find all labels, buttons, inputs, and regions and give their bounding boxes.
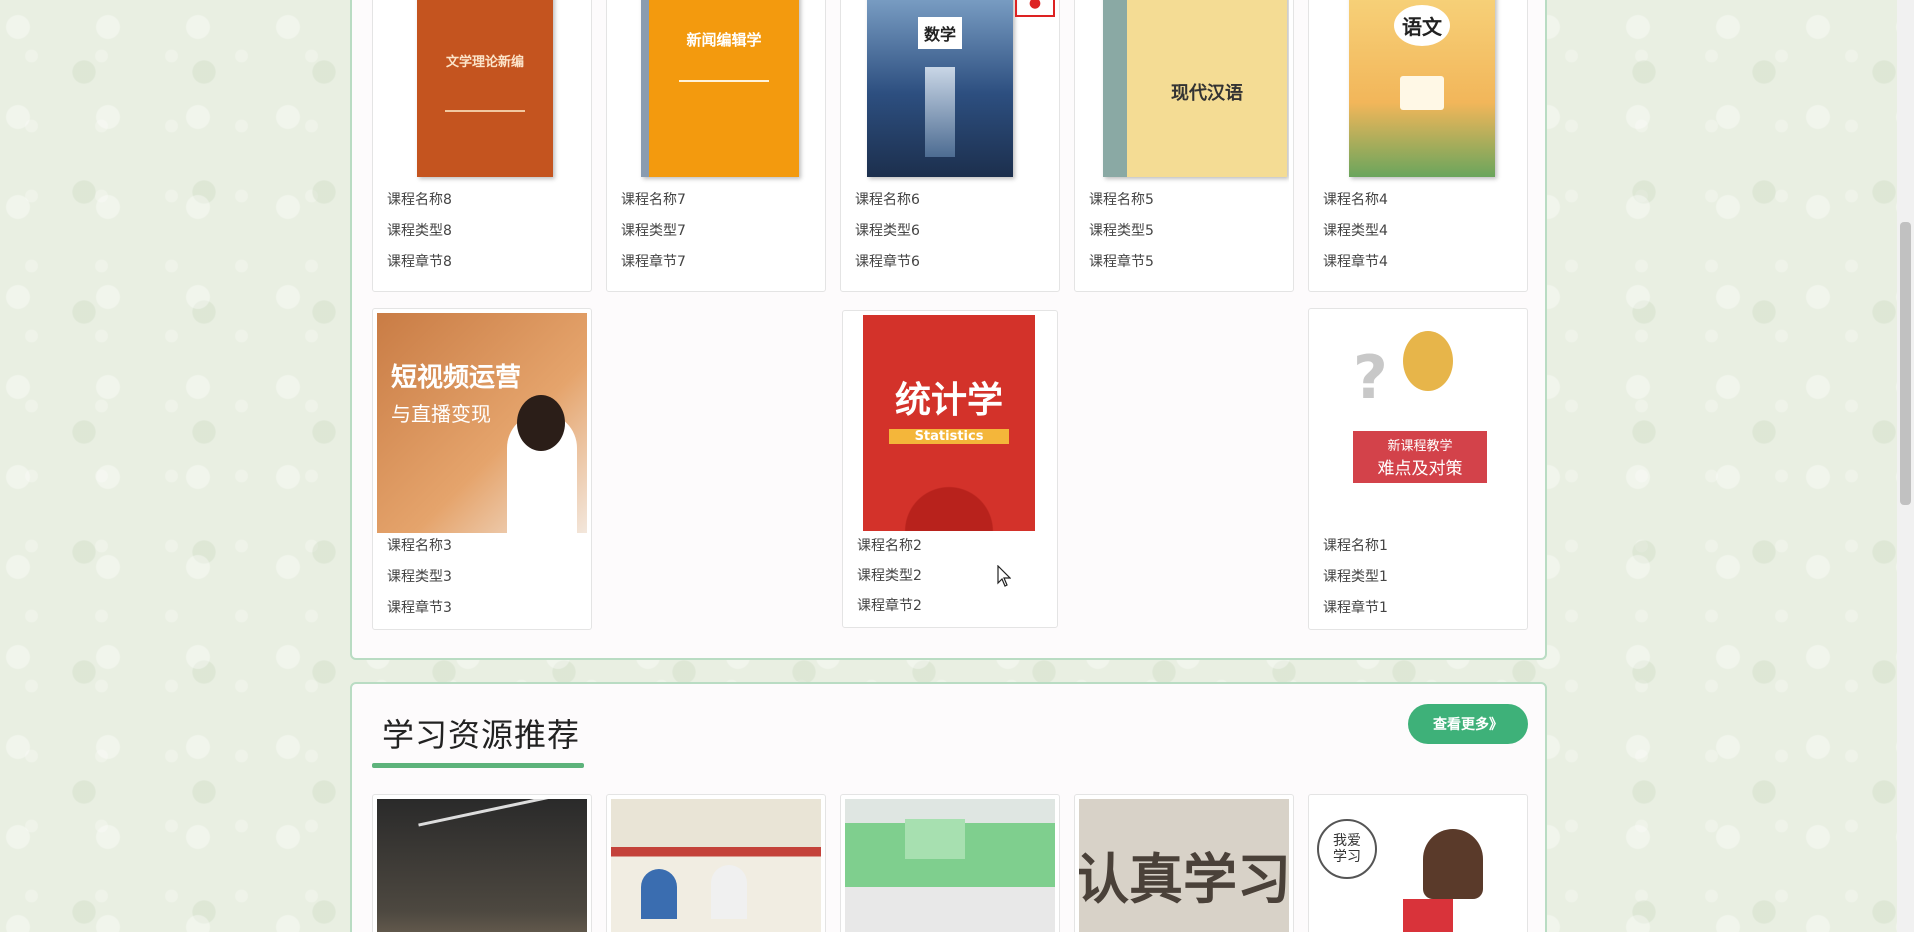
course-type: 课程类型8 <box>387 223 452 239</box>
course-chapter: 课程章节5 <box>1089 254 1154 270</box>
course-name: 课程名称8 <box>387 192 452 208</box>
course-card-4[interactable]: 语文 课程名称4 课程类型4 课程章节4 <box>1308 0 1528 292</box>
section-title: 学习资源推荐 <box>382 716 581 754</box>
mouse-cursor-icon <box>997 565 1011 587</box>
page-scrollbar[interactable] <box>1897 0 1914 932</box>
course-recommend-panel: 文学理论新编 课程名称8 课程类型8 课程章节8 新闻编辑学 课程名称7 课程类… <box>350 0 1547 660</box>
course-card-6[interactable]: 数学 ● 课程名称6 课程类型6 课程章节6 <box>840 0 1060 292</box>
course-chapter: 课程章节4 <box>1323 254 1388 270</box>
course-card-2[interactable]: 统计学 Statistics 课程名称2 课程类型2 课程章节2 <box>842 310 1058 628</box>
course-chapter: 课程章节6 <box>855 254 920 270</box>
course-type: 课程类型4 <box>1323 223 1388 239</box>
resource-card-1[interactable] <box>372 794 592 932</box>
resource-image-classroom-drums[interactable] <box>611 799 821 932</box>
course-name: 课程名称5 <box>1089 192 1154 208</box>
course-type: 课程类型2 <box>857 568 922 584</box>
stamp-decoration: ● <box>1015 0 1055 17</box>
course-chapter: 课程章节2 <box>857 598 922 614</box>
resource-card-3[interactable] <box>840 794 1060 932</box>
course-chapter: 课程章节7 <box>621 254 686 270</box>
resource-recommend-panel: 学习资源推荐 查看更多》 认真学习 我爱学习 <box>350 682 1547 932</box>
course-cover-2[interactable]: 统计学 Statistics <box>863 315 1035 531</box>
course-type: 课程类型3 <box>387 569 452 585</box>
course-type: 课程类型7 <box>621 223 686 239</box>
book-cover-image: 现代汉语 <box>1103 0 1287 177</box>
section-underline <box>372 763 584 768</box>
course-name: 课程名称7 <box>621 192 686 208</box>
course-name: 课程名称3 <box>387 538 452 554</box>
course-name: 课程名称6 <box>855 192 920 208</box>
speech-bubble: 我爱学习 <box>1317 819 1377 879</box>
course-card-7[interactable]: 新闻编辑学 课程名称7 课程类型7 课程章节7 <box>606 0 826 292</box>
course-card-5[interactable]: 现代汉语 课程名称5 课程类型5 课程章节5 <box>1074 0 1294 292</box>
course-cover-3[interactable]: 短视频运营 与直播变现 <box>377 313 587 533</box>
course-chapter: 课程章节3 <box>387 600 452 616</box>
resource-image-girl-reading[interactable]: 我爱学习 <box>1313 799 1523 932</box>
resource-card-4[interactable]: 认真学习 <box>1074 794 1294 932</box>
resource-card-5[interactable]: 我爱学习 <box>1308 794 1528 932</box>
course-cover-1[interactable]: ? 新课程教学 难点及对策 <box>1313 313 1523 533</box>
book-cover-image: 数学 <box>867 0 1013 177</box>
book-cover-image: 新课程教学 难点及对策 <box>1353 431 1487 483</box>
resource-card-2[interactable] <box>606 794 826 932</box>
resource-image-classroom[interactable] <box>845 799 1055 932</box>
course-cover-5[interactable]: 现代汉语 <box>1079 0 1289 187</box>
course-card-3[interactable]: 短视频运营 与直播变现 课程名称3 课程类型3 课程章节3 <box>372 308 592 630</box>
course-type: 课程类型5 <box>1089 223 1154 239</box>
course-chapter: 课程章节1 <box>1323 600 1388 616</box>
book-cover-image: 新闻编辑学 <box>641 0 799 177</box>
course-card-8[interactable]: 文学理论新编 课程名称8 课程类型8 课程章节8 <box>372 0 592 292</box>
course-name: 课程名称4 <box>1323 192 1388 208</box>
course-card-1[interactable]: ? 新课程教学 难点及对策 课程名称1 课程类型1 课程章节1 <box>1308 308 1528 630</box>
course-cover-7[interactable]: 新闻编辑学 <box>611 0 821 187</box>
course-name: 课程名称1 <box>1323 538 1388 554</box>
book-cover-image: 短视频运营 与直播变现 <box>391 363 522 426</box>
course-cover-8[interactable]: 文学理论新编 <box>377 0 587 187</box>
resource-image-study-text[interactable]: 认真学习 <box>1079 799 1289 932</box>
course-cover-6[interactable]: 数学 ● <box>845 0 1055 187</box>
question-mark-illustration: ? <box>1353 343 1388 413</box>
resource-image-lamp[interactable] <box>377 799 587 932</box>
book-cover-image: 语文 <box>1349 0 1495 177</box>
course-name: 课程名称2 <box>857 538 922 554</box>
course-chapter: 课程章节8 <box>387 254 452 270</box>
book-cover-image: 文学理论新编 <box>417 0 553 177</box>
scrollbar-thumb[interactable] <box>1900 222 1911 505</box>
course-type: 课程类型6 <box>855 223 920 239</box>
course-type: 课程类型1 <box>1323 569 1388 585</box>
view-more-button[interactable]: 查看更多》 <box>1408 704 1528 744</box>
book-cover-image: 统计学 Statistics <box>863 371 1035 444</box>
course-cover-4[interactable]: 语文 <box>1313 0 1523 187</box>
